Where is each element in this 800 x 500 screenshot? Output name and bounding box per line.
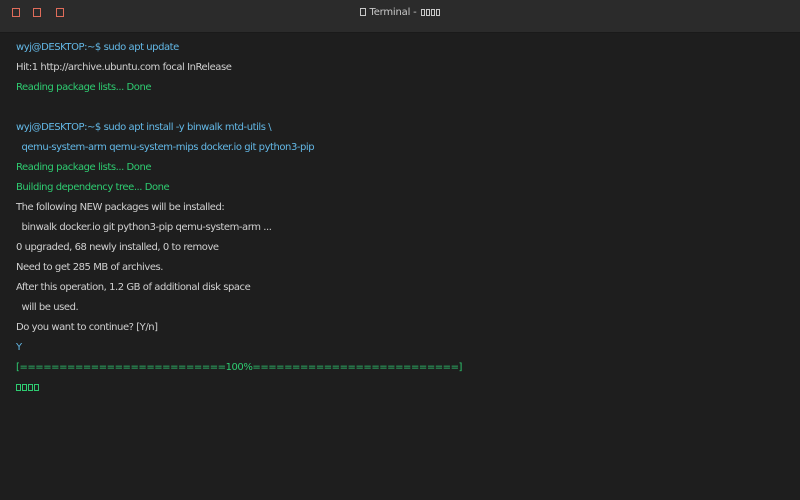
status-line: [==========================100%=========… [16,362,462,373]
output-line: will be used. [16,302,79,313]
user-input-line: Y [16,342,22,353]
command-line: qemu-system-arm qemu-system-mips docker.… [16,142,315,153]
window-title: Terminal - [0,7,800,19]
output-line: Do you want to continue? [Y/n] [16,322,158,333]
output-line: The following NEW packages will be insta… [16,202,225,213]
output-line: Hit:1 http://archive.ubuntu.com focal In… [16,62,232,73]
status-line: Building dependency tree... Done [16,182,170,193]
missing-glyph-icon [430,9,435,16]
status-line: Reading package lists... Done [16,82,152,93]
title-glyphs [420,7,440,18]
command-line: wyj@DESKTOP:~$ sudo apt update [16,42,179,53]
missing-glyph-icon [34,384,39,391]
output-line: 0 upgraded, 68 newly installed, 0 to rem… [16,242,219,253]
command-line: wyj@DESKTOP:~$ sudo apt install -y binwa… [16,122,272,133]
missing-glyph-icon [420,9,425,16]
terminal-output[interactable]: wyj@DESKTOP:~$ sudo apt update Hit:1 http… [16,38,786,398]
completion-glyphs [16,378,40,398]
output-line: After this operation, 1.2 GB of addition… [16,282,251,293]
missing-glyph-icon [22,384,27,391]
missing-glyph-icon [435,9,440,16]
output-line: binwalk docker.io git python3-pip qemu-s… [16,222,272,233]
terminal-icon [360,8,367,16]
missing-glyph-icon [16,384,21,391]
missing-glyph-icon [28,384,33,391]
status-line: Reading package lists... Done [16,162,152,173]
window-title-text: Terminal - [369,7,420,18]
terminal-window: Terminal - wyj@DESKTOP:~$ sudo apt updat… [0,0,800,500]
completion-glyphs-line [16,378,786,398]
title-bar[interactable]: Terminal - [0,0,800,33]
missing-glyph-icon [425,9,430,16]
output-line: Need to get 285 MB of archives. [16,262,164,273]
